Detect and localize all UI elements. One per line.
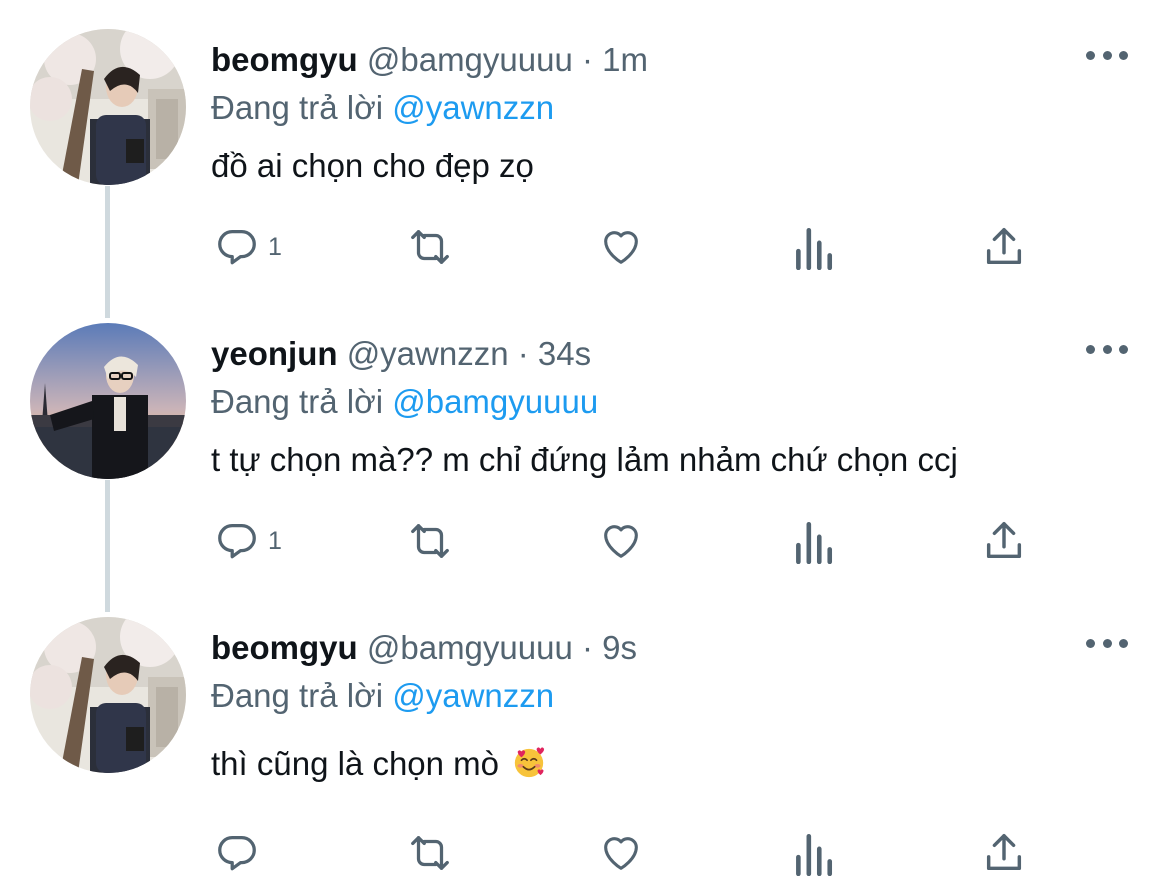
views-button[interactable] [792, 516, 834, 566]
replying-to: Đang trả lời @yawnzzn [211, 676, 554, 716]
tweet-header: beomgyu @bamgyuuuu · 1m [211, 40, 648, 80]
tweet[interactable]: yeonjun @yawnzzn · 34s Đang trả lời @bam… [0, 294, 1170, 588]
more-icon[interactable] [1086, 633, 1128, 653]
handle[interactable]: @bamgyuuuu [367, 629, 573, 666]
avatar[interactable] [30, 29, 186, 185]
timestamp[interactable]: 1m [602, 41, 648, 78]
handle[interactable]: @yawnzzn [347, 335, 509, 372]
share-icon [986, 834, 1022, 871]
retweet-icon [411, 524, 449, 558]
tweet[interactable]: beomgyu @bamgyuuuu · 9s Đang trả lời @ya… [0, 588, 1170, 892]
mention-link[interactable]: @yawnzzn [392, 89, 554, 126]
share-icon [986, 228, 1022, 265]
like-button[interactable] [597, 828, 645, 878]
tweet-text: đồ ai chọn cho đẹp zọ [211, 147, 534, 184]
replying-to: Đang trả lời @bamgyuuuu [211, 382, 598, 422]
more-icon[interactable] [1086, 339, 1128, 359]
replying-prefix: Đang trả lời [211, 383, 393, 420]
views-button[interactable] [792, 828, 834, 878]
retweet-button[interactable] [402, 828, 458, 878]
display-name[interactable]: beomgyu [211, 629, 358, 666]
reply-icon [218, 524, 256, 559]
tweet-header: beomgyu @bamgyuuuu · 9s [211, 628, 637, 668]
share-button[interactable] [982, 222, 1026, 272]
reply-button[interactable]: 1 [214, 222, 282, 272]
tweet-text: thì cũng là chọn mò [211, 745, 500, 782]
tweet-body: thì cũng là chọn mò [211, 743, 546, 785]
reply-count: 1 [268, 232, 282, 261]
separator: · [572, 41, 603, 78]
mention-link[interactable]: @yawnzzn [392, 677, 554, 714]
share-icon [986, 522, 1022, 559]
tweet-text: t tự chọn mà?? m chỉ đứng lảm nhảm chứ c… [211, 441, 958, 478]
action-bar: 1 [0, 516, 1170, 566]
retweet-icon [411, 836, 449, 870]
smiling-face-with-hearts-icon [515, 747, 545, 778]
heart-icon [604, 231, 638, 264]
replying-to: Đang trả lời @yawnzzn [211, 88, 554, 128]
action-bar: 1 [0, 222, 1170, 272]
separator: · [508, 335, 538, 372]
avatar-photo [30, 29, 186, 185]
views-icon [796, 227, 833, 270]
reply-count: 1 [268, 526, 282, 555]
views-button[interactable] [792, 222, 834, 272]
replying-prefix: Đang trả lời [211, 89, 393, 126]
avatar-photo [30, 323, 186, 479]
like-button[interactable] [597, 222, 645, 272]
reply-button[interactable]: 1 [214, 516, 282, 566]
separator: · [572, 629, 603, 666]
tweet-header: yeonjun @yawnzzn · 34s [211, 334, 591, 374]
share-button[interactable] [982, 516, 1026, 566]
like-button[interactable] [597, 516, 645, 566]
more-icon[interactable] [1086, 45, 1128, 65]
mention-link[interactable]: @bamgyuuuu [392, 383, 598, 420]
share-button[interactable] [982, 828, 1026, 878]
tweet[interactable]: beomgyu @bamgyuuuu · 1m Đang trả lời @ya… [0, 0, 1170, 294]
reply-button[interactable] [214, 828, 260, 878]
heart-icon [604, 525, 638, 558]
reply-icon [218, 230, 256, 265]
heart-icon [604, 837, 638, 870]
views-icon [796, 521, 833, 564]
avatar[interactable] [30, 617, 186, 773]
reply-icon [218, 836, 256, 871]
display-name[interactable]: beomgyu [211, 41, 358, 78]
handle[interactable]: @bamgyuuuu [367, 41, 573, 78]
views-icon [796, 833, 833, 876]
retweet-button[interactable] [402, 222, 458, 272]
avatar[interactable] [30, 323, 186, 479]
avatar-photo [30, 617, 186, 773]
replying-prefix: Đang trả lời [211, 677, 393, 714]
action-bar [0, 828, 1170, 878]
timestamp[interactable]: 34s [538, 335, 591, 372]
retweet-button[interactable] [402, 516, 458, 566]
display-name[interactable]: yeonjun [211, 335, 338, 372]
retweet-icon [411, 230, 449, 264]
timestamp[interactable]: 9s [602, 629, 637, 666]
